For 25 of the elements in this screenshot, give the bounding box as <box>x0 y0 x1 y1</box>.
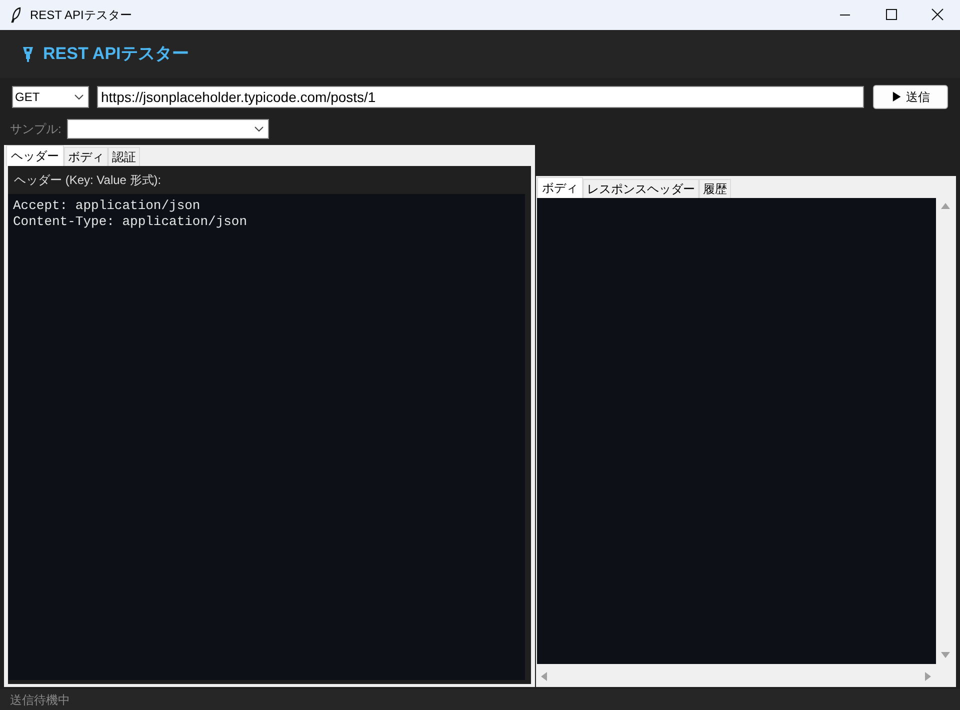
tab[interactable]: ボディ <box>537 177 583 198</box>
scroll-right-icon[interactable] <box>925 672 931 680</box>
tab[interactable]: ヘッダー <box>6 145 64 166</box>
status-text: 送信待機中 <box>10 692 70 708</box>
scroll-up-icon[interactable] <box>941 203 950 209</box>
headers-editor[interactable]: Accept: application/json Content-Type: application/json <box>8 194 525 680</box>
sample-label: サンプル: <box>10 121 62 138</box>
sample-dropdown[interactable] <box>67 119 270 139</box>
send-button[interactable]: ▶ 送信 <box>873 85 948 109</box>
app-title: REST APIテスター <box>43 43 189 66</box>
tab[interactable]: 認証 <box>108 147 140 166</box>
tab[interactable]: レスポンスヘッダー <box>583 179 699 198</box>
method-dropdown[interactable]: GET <box>12 86 89 108</box>
chevron-down-icon <box>74 94 84 100</box>
url-field[interactable]: https://jsonplaceholder.typicode.com/posts/1 <box>97 86 864 108</box>
window-title: REST APIテスター <box>30 7 132 24</box>
feather-icon <box>11 7 21 23</box>
header-line: Accept: application/json <box>13 198 202 214</box>
chevron-down-icon <box>254 126 264 132</box>
tab[interactable]: ボディ <box>64 147 108 166</box>
header-line: Content-Type: application/json <box>13 214 248 230</box>
scroll-down-icon[interactable] <box>941 652 950 658</box>
headers-label: ヘッダー (Key: Value 形式): <box>14 172 162 189</box>
scroll-left-icon[interactable] <box>541 672 547 680</box>
tab[interactable]: 履歴 <box>699 179 731 198</box>
